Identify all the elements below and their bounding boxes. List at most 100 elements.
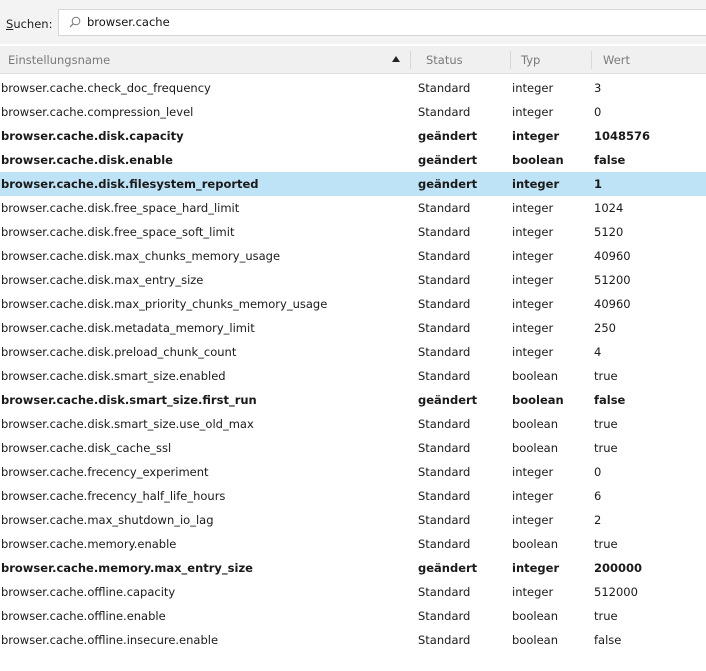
pref-value: 0 [594,105,602,119]
table-row[interactable]: browser.cache.disk.enable geändert boolean… [0,148,706,172]
column-header-status[interactable]: Status [426,53,463,67]
pref-status: Standard [418,201,471,215]
preferences-list: browser.cache.check_doc_frequency Standar… [0,76,706,652]
pref-value: 0 [594,465,602,479]
search-field[interactable] [58,9,706,36]
table-row[interactable]: browser.cache.max_shutdown_io_lag Standar… [0,508,706,532]
pref-value: 1 [594,177,603,191]
pref-name: browser.cache.offline.insecure.enable [1,633,219,647]
pref-name: browser.cache.disk.max_chunks_memory_usa… [1,249,281,263]
pref-status: Standard [418,225,471,239]
column-header-value[interactable]: Wert [603,53,630,67]
pref-name: browser.cache.offline.enable [1,609,166,623]
pref-value: 40960 [594,249,631,263]
pref-name: browser.cache.disk.preload_chunk_count [1,345,237,359]
pref-status: Standard [418,297,471,311]
table-row[interactable]: browser.cache.disk.free_space_hard_limit… [0,196,706,220]
pref-name: browser.cache.disk.free_space_hard_limit [1,201,240,215]
pref-status: Standard [418,249,471,263]
table-row[interactable]: browser.cache.disk.free_space_soft_limit… [0,220,706,244]
pref-value: 200000 [594,561,643,575]
pref-type: integer [512,513,554,527]
pref-value: true [594,369,618,383]
table-row[interactable]: browser.cache.offline.capacity Standard in… [0,580,706,604]
pref-value: 3 [594,81,602,95]
pref-type: integer [512,321,554,335]
pref-status: Standard [418,489,471,503]
pref-type: integer [512,81,554,95]
pref-value: 1024 [594,201,624,215]
pref-type: integer [512,297,554,311]
table-row[interactable]: browser.cache.disk.max_chunks_memory_usa… [0,244,706,268]
pref-status: Standard [418,105,471,119]
pref-status: Standard [418,609,471,623]
search-input[interactable] [87,13,687,31]
column-header-type[interactable]: Typ [521,53,540,67]
pref-type: integer [512,273,554,287]
pref-name: browser.cache.compression_level [1,105,194,119]
table-row[interactable]: browser.cache.compression_level Standard i… [0,100,706,124]
table-row[interactable]: browser.cache.offline.insecure.enable Sta… [0,628,706,652]
pref-value: false [594,393,626,407]
column-resizer[interactable] [410,51,411,69]
pref-status: geändert [418,561,478,575]
search-icon [69,16,81,28]
table-row[interactable]: browser.cache.disk.smart_size.first_run g… [0,388,706,412]
pref-name: browser.cache.disk.metadata_memory_limit [1,321,255,335]
column-header-name[interactable]: Einstellungsname [8,53,110,67]
pref-name: browser.cache.memory.max_entry_size [1,561,253,575]
pref-name: browser.cache.disk.max_priority_chunks_m… [1,297,328,311]
table-row[interactable]: browser.cache.disk.preload_chunk_count St… [0,340,706,364]
table-row[interactable]: browser.cache.frecency_half_life_hours St… [0,484,706,508]
pref-type: integer [512,249,554,263]
pref-type: boolean [512,633,558,647]
pref-type: boolean [512,369,558,383]
pref-name: browser.cache.disk.smart_size.use_old_ma… [1,417,254,431]
pref-type: boolean [512,393,564,407]
search-bar: Suchen: [0,0,706,44]
table-row[interactable]: browser.cache.check_doc_frequency Standar… [0,76,706,100]
table-row[interactable]: browser.cache.memory.max_entry_size geänd… [0,556,706,580]
pref-name: browser.cache.disk.capacity [1,129,184,143]
pref-name: browser.cache.disk.max_entry_size [1,273,204,287]
table-row[interactable]: browser.cache.frecency_experiment Standar… [0,460,706,484]
table-row[interactable]: browser.cache.offline.enable Standard bool… [0,604,706,628]
pref-status: Standard [418,513,471,527]
pref-name: browser.cache.frecency_half_life_hours [1,489,226,503]
column-resizer[interactable] [510,51,511,69]
pref-status: Standard [418,321,471,335]
pref-status: Standard [418,273,471,287]
column-resizer[interactable] [591,51,592,69]
pref-value: 1048576 [594,129,651,143]
pref-value: 40960 [594,297,631,311]
pref-type: boolean [512,417,558,431]
pref-value: false [594,633,622,647]
pref-status: Standard [418,345,471,359]
pref-type: integer [512,489,554,503]
table-row[interactable]: browser.cache.disk.max_priority_chunks_m… [0,292,706,316]
pref-status: Standard [418,585,471,599]
pref-name: browser.cache.offline.capacity [1,585,176,599]
table-row[interactable]: browser.cache.disk.smart_size.enabled Sta… [0,364,706,388]
table-row[interactable]: browser.cache.memory.enable Standard boole… [0,532,706,556]
pref-name: browser.cache.check_doc_frequency [1,81,211,95]
pref-type: boolean [512,153,564,167]
pref-value: false [594,153,626,167]
table-row[interactable]: browser.cache.disk.capacity geändert integ… [0,124,706,148]
pref-status: geändert [418,177,478,191]
pref-name: browser.cache.disk.filesystem_reported [1,177,259,191]
pref-type: integer [512,177,560,191]
table-row[interactable]: browser.cache.disk.filesystem_reported ge… [0,172,706,196]
pref-type: integer [512,561,560,575]
pref-status: Standard [418,465,471,479]
table-row[interactable]: browser.cache.disk_cache_ssl Standard bool… [0,436,706,460]
pref-type: integer [512,129,560,143]
pref-value: 4 [594,345,602,359]
search-label: Suchen: [6,17,52,31]
table-row[interactable]: browser.cache.disk.max_entry_size Standar… [0,268,706,292]
table-header: Einstellungsname Status Typ Wert [0,46,706,74]
table-row[interactable]: browser.cache.disk.metadata_memory_limit… [0,316,706,340]
pref-value: true [594,537,618,551]
table-row[interactable]: browser.cache.disk.smart_size.use_old_ma… [0,412,706,436]
search-label-text: uchen: [13,17,53,31]
